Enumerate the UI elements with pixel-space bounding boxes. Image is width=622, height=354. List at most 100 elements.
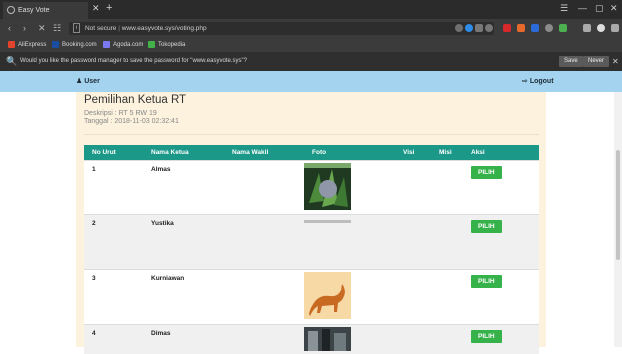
new-tab-icon[interactable]: + (106, 2, 112, 14)
forward-icon[interactable]: › (23, 23, 26, 33)
cell-visi (395, 159, 431, 214)
sync-icon[interactable] (465, 24, 473, 32)
col-no-urut: No Urut (84, 145, 143, 160)
back-icon[interactable]: ‹ (8, 23, 11, 33)
extension-icon[interactable] (559, 24, 567, 32)
scrollbar-thumb[interactable] (616, 150, 620, 260)
extension-icon[interactable] (545, 24, 553, 32)
address-bar-row: ‹ › ✕ ☷ i Not secure | www.easyvote.sys/… (0, 19, 622, 38)
share-icon[interactable] (475, 24, 483, 32)
cell-no: 2 (84, 213, 143, 269)
cell-wakil (224, 323, 304, 354)
battery-icon[interactable] (597, 24, 605, 32)
site-header: ♟ User ⇨ Logout (0, 71, 622, 92)
bookmark-tokopedia[interactable]: Tokopedia (148, 38, 185, 52)
cell-misi (431, 213, 463, 269)
candidate-photo-plants (304, 162, 351, 210)
col-nama-ketua: Nama Ketua (143, 145, 224, 160)
settings-icon[interactable] (611, 24, 619, 32)
pilih-button[interactable]: PILIH (471, 165, 502, 179)
cell-aksi: PILIH (463, 268, 539, 324)
broken-image-icon (304, 219, 351, 223)
candidate-photo-cat (304, 271, 351, 319)
bookmark-booking[interactable]: Booking.com (52, 38, 97, 52)
page-info-badge[interactable]: i (73, 23, 81, 34)
cell-foto (304, 213, 395, 269)
page-title: Pemilihan Ketua RT (84, 94, 187, 106)
stop-icon[interactable]: ✕ (38, 23, 46, 34)
loading-icon (7, 6, 15, 15)
heart-icon[interactable] (485, 24, 493, 32)
close-bar-icon[interactable]: ✕ (612, 52, 619, 71)
browser-tab[interactable]: Easy Vote (3, 2, 88, 19)
user-icon: ♟ (76, 78, 83, 85)
cell-no: 4 (84, 323, 143, 354)
extension-icon[interactable] (503, 24, 511, 32)
table-row: 1 Almas PILIH (84, 159, 539, 214)
cell-misi (431, 323, 463, 354)
close-tab-icon[interactable]: ✕ (92, 3, 100, 14)
cell-wakil (224, 159, 304, 214)
table-row: 3 Kurniawan PILIH (84, 268, 539, 324)
cell-aksi: PILIH (463, 159, 539, 214)
cell-misi (431, 159, 463, 214)
cell-ketua: Kurniawan (143, 268, 224, 324)
cell-no: 1 (84, 159, 143, 214)
table-header-row: No Urut Nama Ketua Nama Wakil Foto Visi … (84, 145, 539, 160)
never-save-button[interactable]: Never (583, 56, 610, 67)
col-nama-wakil: Nama Wakil (224, 145, 304, 160)
aliexpress-icon (8, 40, 15, 48)
user-menu[interactable]: ♟ User (76, 71, 100, 92)
cell-ketua: Almas (143, 159, 224, 214)
cell-foto (304, 159, 395, 214)
col-misi: Misi (431, 145, 463, 160)
minimize-icon[interactable]: — (578, 3, 587, 13)
pilih-button[interactable]: PILIH (471, 219, 502, 233)
grid-icon[interactable]: ☷ (53, 23, 61, 34)
tab-title: Easy Vote (18, 7, 50, 14)
description-text: Deskripsi : RT 5 RW 19 (84, 110, 157, 117)
download-icon[interactable] (583, 24, 591, 32)
date-text: Tanggal : 2018-11-03 02:32:41 (84, 118, 179, 125)
cell-ketua: Yustika (143, 213, 224, 269)
menu-icon[interactable]: ☰ (560, 3, 568, 14)
pilih-button[interactable]: PILIH (471, 329, 502, 343)
agoda-icon (103, 40, 110, 48)
cell-visi (395, 213, 431, 269)
password-manager-bar: 🔍 Would you like the password manager to… (0, 52, 622, 71)
cell-foto (304, 323, 395, 354)
cell-aksi: PILIH (463, 213, 539, 269)
url-field[interactable]: i Not secure | www.easyvote.sys/voting.p… (69, 22, 494, 35)
col-foto: Foto (304, 145, 395, 160)
close-window-icon[interactable]: ✕ (610, 3, 618, 14)
candidates-table: No Urut Nama Ketua Nama Wakil Foto Visi … (84, 145, 539, 354)
cell-no: 3 (84, 268, 143, 324)
bookmarks-bar: AliExpress Booking.com Agoda.com Tokoped… (0, 38, 622, 52)
divider (84, 134, 539, 135)
cell-aksi: PILIH (463, 323, 539, 354)
extension-icon[interactable] (517, 24, 525, 32)
tokopedia-icon (148, 40, 155, 48)
booking-icon (52, 40, 59, 48)
pilih-button[interactable]: PILIH (471, 274, 502, 288)
password-prompt-text: Would you like the password manager to s… (20, 58, 247, 64)
logout-link[interactable]: ⇨ Logout (522, 71, 554, 92)
election-info: Deskripsi : RT 5 RW 19 Tanggal : 2018-11… (84, 110, 179, 126)
logout-icon: ⇨ (522, 78, 528, 85)
bookmark-agoda[interactable]: Agoda.com (103, 38, 143, 52)
cell-misi (431, 268, 463, 324)
bookmark-aliexpress[interactable]: AliExpress (8, 38, 46, 52)
col-visi: Visi (395, 145, 431, 160)
cell-visi (395, 268, 431, 324)
table-row: 4 Dimas PILIH (84, 323, 539, 354)
key-icon: 🔍 (6, 56, 18, 66)
url-text: www.easyvote.sys/voting.php (121, 25, 207, 32)
col-aksi: Aksi (463, 145, 539, 160)
table-row: 2 Yustika PILIH (84, 213, 539, 269)
maximize-icon[interactable]: ▢ (595, 3, 604, 14)
cell-wakil (224, 268, 304, 324)
extension-icon[interactable] (531, 24, 539, 32)
cell-ketua: Dimas (143, 323, 224, 354)
save-password-button[interactable]: Save (559, 56, 583, 67)
reload-icon[interactable] (455, 24, 463, 32)
